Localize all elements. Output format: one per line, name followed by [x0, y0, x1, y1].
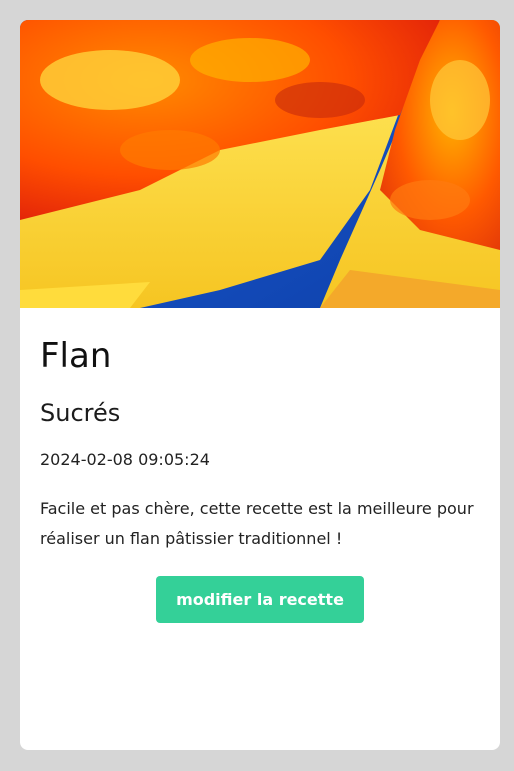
edit-recipe-button[interactable]: modifier la recette — [156, 576, 364, 624]
recipe-image — [20, 20, 500, 308]
recipe-date: 2024-02-08 09:05:24 — [40, 449, 210, 469]
page: Flan Sucrés 2024-02-08 09:05:24 Facile e… — [0, 0, 514, 771]
recipe-description: Facile et pas chère, cette recette est l… — [40, 499, 474, 549]
recipe-content: Flan Sucrés 2024-02-08 09:05:24 Facile e… — [20, 336, 500, 624]
recipe-card: Flan Sucrés 2024-02-08 09:05:24 Facile e… — [20, 20, 500, 750]
recipe-category: Sucrés — [40, 398, 121, 427]
button-row: modifier la recette — [40, 576, 480, 624]
recipe-title: Flan — [40, 336, 112, 376]
